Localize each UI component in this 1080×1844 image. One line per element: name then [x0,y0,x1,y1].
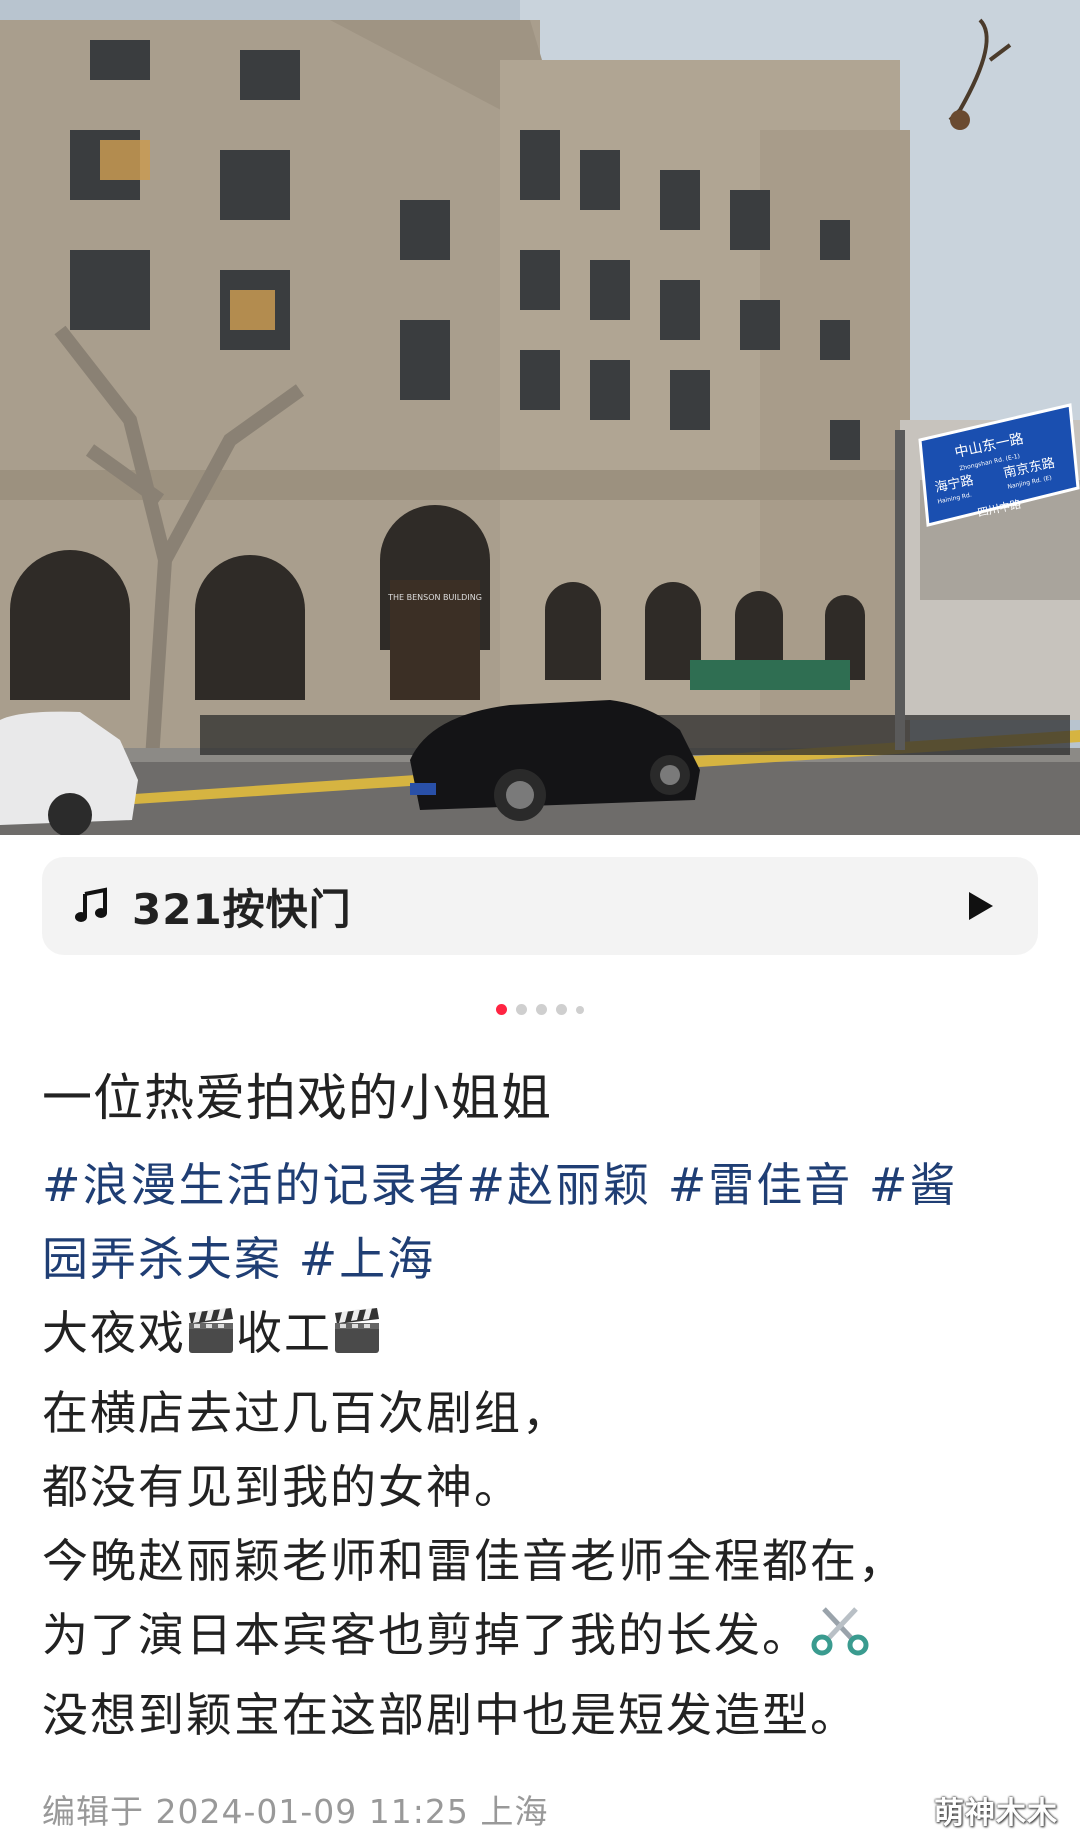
music-bar[interactable]: 321按快门 [42,857,1038,955]
body-text-segment: 大夜戏 [42,1306,186,1360]
body-line: 在横店去过几百次剧组， [42,1386,570,1440]
post-body: #浪漫生活的记录者#赵丽颖 #雷佳音 #酱 园弄杀夫案 #上海 大夜戏 收工 在… [42,1148,1042,1752]
body-line: 大夜戏 收工 [42,1296,1042,1376]
watermark: 萌神木木 [934,1796,1058,1831]
carousel-dot [516,1004,527,1015]
carousel-dot [556,1004,567,1015]
clapper-board-icon [186,1302,236,1376]
building-name: THE BENSON BUILDING [387,593,482,602]
carousel-indicator [0,1004,1080,1015]
body-line: 今晚赵丽颖老师和雷佳音老师全程都在， [42,1534,906,1588]
body-line: 没想到颖宝在这部剧中也是短发造型。 [42,1688,858,1742]
scissors-icon [810,1601,870,1678]
music-note-icon [70,884,114,928]
edit-timestamp: 编辑于 2024-01-09 11:25 上海 [42,1792,549,1831]
play-icon[interactable] [960,886,1000,926]
post-photo[interactable]: THE BENSON BUILDING 中山东一路 Zhongshan Rd. … [0,0,1080,835]
hashtag-line[interactable]: 园弄杀夫案 #上海 [42,1222,1042,1296]
body-text-segment: 为了演日本宾客也剪掉了我的长发。 [42,1608,810,1662]
carousel-dot [576,1005,584,1014]
post-title: 一位热爱拍戏的小姐姐 [42,1069,552,1127]
music-title: 321按快门 [132,884,352,934]
carousel-dot [536,1004,547,1015]
hashtag-line[interactable]: #浪漫生活的记录者#赵丽颖 #雷佳音 #酱 [42,1148,1042,1222]
body-line: 都没有见到我的女神。 [42,1460,522,1514]
body-text-segment: 收工 [236,1306,332,1360]
clapper-board-icon [332,1302,382,1376]
carousel-dot [496,1004,507,1015]
body-line: 为了演日本宾客也剪掉了我的长发。 [42,1598,1042,1678]
